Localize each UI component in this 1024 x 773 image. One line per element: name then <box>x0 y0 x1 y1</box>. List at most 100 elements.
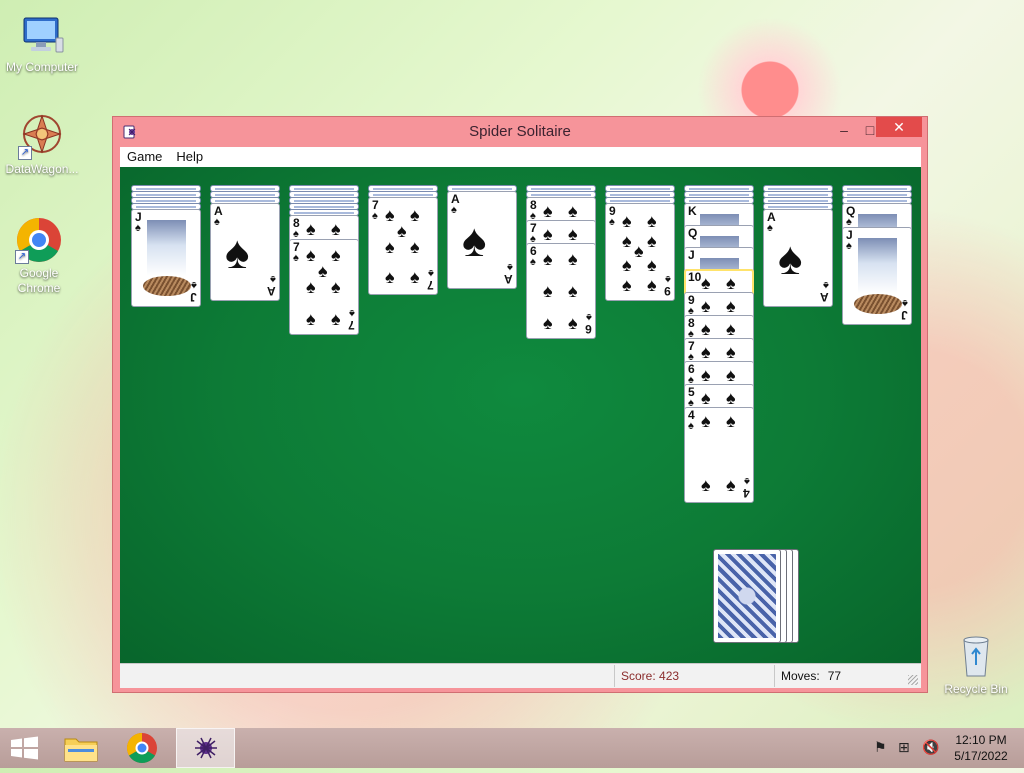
card-face-up[interactable]: 7 ♠ ♠ ♠ ♠ ♠ ♠ ♠ ♠ ♠ 7 <box>289 239 359 335</box>
spade-icon: ♠ <box>331 277 341 297</box>
action-center-flag-icon[interactable]: ⚑ <box>874 739 887 756</box>
card-rank: A <box>504 272 513 286</box>
network-icon[interactable]: ⊞ <box>898 739 910 756</box>
spade-icon: ♠ <box>135 222 141 234</box>
desktop-icon-datawagon[interactable]: ↗ DataWagon... <box>0 112 84 177</box>
taskbar: ⚑ ⊞ 🔇 12:10 PM 5/17/2022 <box>0 728 1024 768</box>
spade-icon: ♠ <box>823 279 829 291</box>
stock-pile[interactable] <box>713 549 803 645</box>
card-rank: A <box>820 290 829 304</box>
card-rank: A <box>267 284 276 298</box>
spade-icon: ♠ <box>306 309 316 329</box>
spade-icon: ♠ <box>647 231 657 251</box>
moves-value: 77 <box>827 669 842 683</box>
card-face-up[interactable]: 7 ♠ ♠ ♠ ♠ ♠ ♠ ♠ ♠ ♠ 7 <box>368 197 438 295</box>
card-rank: K <box>688 204 697 218</box>
stock-card <box>713 549 781 643</box>
spade-icon: ♠ <box>622 275 632 295</box>
tableau-column-7[interactable]: 9 ♠ ♠ ♠ ♠ ♠ ♠ ♠ ♠ ♠ ♠ ♠ 9 <box>605 185 675 663</box>
volume-muted-icon[interactable]: 🔇 <box>922 739 939 756</box>
tableau-column-2[interactable]: A ♠ ♠ ♠ A <box>210 185 280 663</box>
card-face-up[interactable]: 4 ♠ ♠ ♠ ♠ ♠ ♠ 4 <box>684 407 754 503</box>
spade-icon: ♠ <box>665 273 671 285</box>
snow-scene-icon <box>147 220 186 276</box>
card-rank: 9 <box>664 284 671 298</box>
chrome-taskbar-icon[interactable] <box>118 728 166 768</box>
spider-solitaire-taskbar-button[interactable] <box>176 728 235 768</box>
system-clock[interactable]: 12:10 PM 5/17/2022 <box>948 732 1014 764</box>
spade-icon: ♠ <box>428 267 434 279</box>
spade-icon: ♠ <box>726 342 736 362</box>
card-rank: 10 <box>688 270 702 284</box>
spade-icon: ♠ <box>744 475 750 487</box>
spade-icon: ♠ <box>293 252 299 264</box>
spade-icon: ♠ <box>214 216 220 228</box>
card-face-up[interactable]: A ♠ ♠ ♠ A <box>210 203 280 301</box>
spade-icon: ♠ <box>647 255 657 275</box>
file-explorer-icon[interactable] <box>57 728 105 768</box>
spade-icon: ♠ <box>349 307 355 319</box>
tableau-column-4[interactable]: 7 ♠ ♠ ♠ ♠ ♠ ♠ ♠ ♠ ♠ 7 <box>368 185 438 663</box>
resize-grip-icon[interactable] <box>908 675 918 685</box>
spade-icon: ♠ <box>647 275 657 295</box>
spade-icon: ♠ <box>701 475 711 495</box>
spade-icon: ♠ <box>385 205 395 225</box>
spade-icon: ♠ <box>726 411 736 431</box>
spade-icon: ♠ <box>372 210 378 222</box>
spade-icon: ♠ <box>846 240 852 252</box>
spade-icon: ♠ <box>225 226 250 278</box>
card-rank: J <box>190 290 197 304</box>
menu-bar: Game Help <box>120 147 921 167</box>
desktop-icon-label: Google Chrome <box>17 266 61 295</box>
spade-icon: ♠ <box>726 388 736 408</box>
desktop-icon-label: DataWagon... <box>5 162 79 176</box>
bird-nest-icon <box>854 294 902 314</box>
desktop-icon-google-chrome[interactable]: ↗ Google Chrome <box>0 216 78 296</box>
spade-icon: ♠ <box>701 319 711 339</box>
spade-icon: ♠ <box>543 201 553 221</box>
card-face-up[interactable]: J ♠ ♠ J <box>842 227 912 325</box>
game-table[interactable]: J ♠ ♠ J A ♠ ♠ ♠ A 8 ♠ ♠ ♠ 7 ♠ ♠ ♠ ♠ ♠ ♠ … <box>120 167 921 663</box>
title-bar[interactable]: Spider Solitaire – □ ✕ <box>113 117 927 147</box>
desktop-icon-recycle-bin[interactable]: Recycle Bin <box>934 632 1018 697</box>
start-button[interactable] <box>0 728 48 768</box>
tableau-column-10[interactable]: Q ♠ J ♠ ♠ J <box>842 185 912 663</box>
menu-help[interactable]: Help <box>169 147 210 167</box>
card-rank: 7 <box>348 318 355 332</box>
desktop-icon-label: My Computer <box>5 60 79 74</box>
spade-icon: ♠ <box>688 420 694 432</box>
bird-nest-icon <box>143 276 191 296</box>
menu-game[interactable]: Game <box>120 147 169 167</box>
card-back-pattern-icon <box>718 554 776 638</box>
card-face-up[interactable]: A ♠ ♠ ♠ A <box>763 209 833 307</box>
spade-icon: ♠ <box>530 256 536 268</box>
spade-icon: ♠ <box>609 216 615 228</box>
tableau-column-3[interactable]: 8 ♠ ♠ ♠ 7 ♠ ♠ ♠ ♠ ♠ ♠ ♠ ♠ ♠ 7 <box>289 185 359 663</box>
status-bar: Score: 423 Moves: 77 <box>120 663 921 688</box>
moves-display: Moves: 77 <box>781 664 841 688</box>
close-button[interactable]: ✕ <box>876 117 922 137</box>
card-face-up[interactable]: J ♠ ♠ J <box>131 209 201 307</box>
spade-icon: ♠ <box>410 205 420 225</box>
status-divider <box>614 665 615 687</box>
spade-icon: ♠ <box>726 296 736 316</box>
card-face-up[interactable]: A ♠ ♠ ♠ A <box>447 191 517 289</box>
spade-icon: ♠ <box>726 365 736 385</box>
tableau-column-1[interactable]: J ♠ ♠ J <box>131 185 201 663</box>
spade-icon: ♠ <box>331 309 341 329</box>
computer-icon <box>18 10 66 58</box>
card-face-up[interactable]: 6 ♠ ♠ ♠ ♠ ♠ ♠ ♠ ♠ 6 <box>526 243 596 339</box>
desktop-icon-my-computer[interactable]: My Computer <box>0 10 84 75</box>
spade-icon: ♠ <box>701 365 711 385</box>
card-face-up[interactable]: 9 ♠ ♠ ♠ ♠ ♠ ♠ ♠ ♠ ♠ ♠ ♠ 9 <box>605 203 675 301</box>
spade-icon: ♠ <box>568 281 578 301</box>
spade-icon: ♠ <box>622 255 632 275</box>
spade-icon: ♠ <box>306 219 316 239</box>
spade-icon: ♠ <box>701 273 711 293</box>
tableau-column-6[interactable]: 8 ♠ ♠ ♠ 7 ♠ ♠ ♠ 6 ♠ ♠ ♠ ♠ ♠ ♠ ♠ ♠ 6 <box>526 185 596 663</box>
spade-icon: ♠ <box>767 222 773 234</box>
spade-icon: ♠ <box>507 261 513 273</box>
chrome-icon: ↗ <box>15 216 63 264</box>
tableau-column-5[interactable]: A ♠ ♠ ♠ A <box>447 185 517 663</box>
minimize-button[interactable]: – <box>831 119 857 141</box>
